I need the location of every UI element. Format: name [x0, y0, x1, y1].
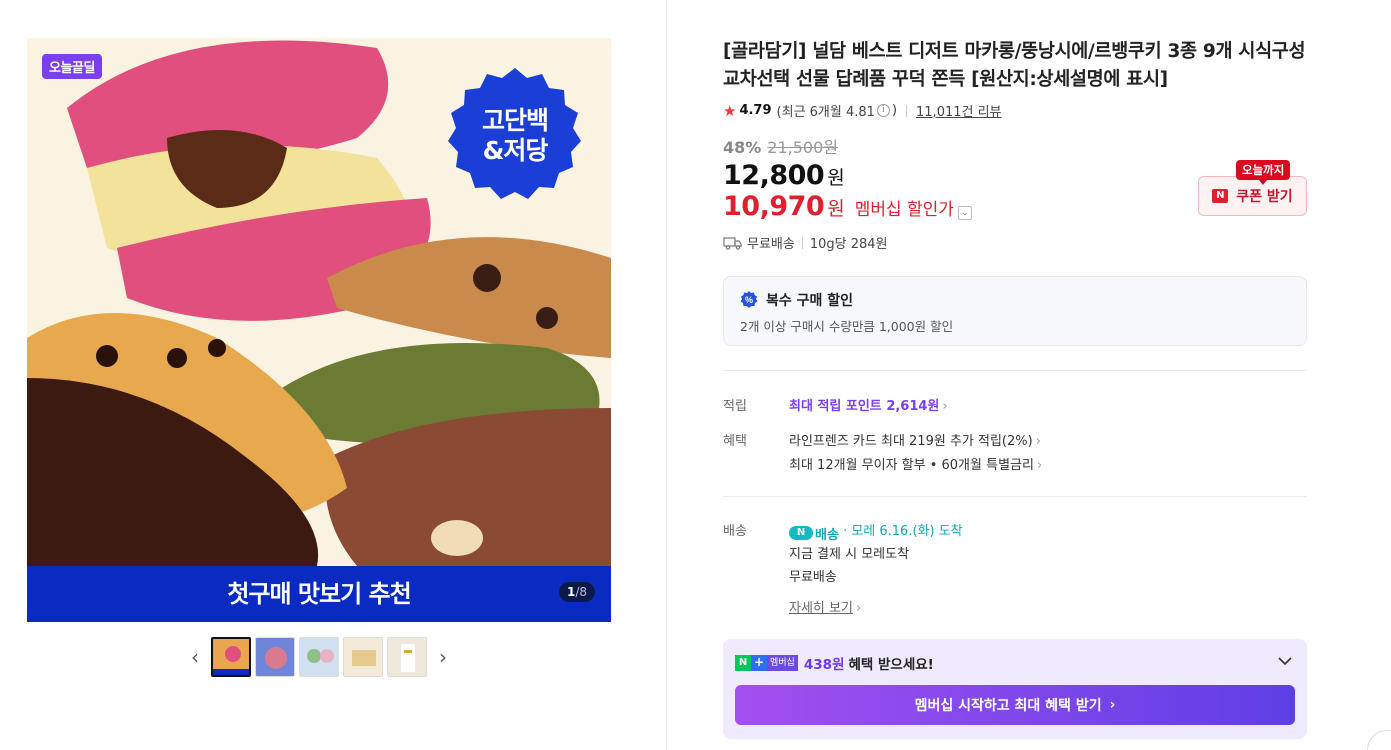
discount-percent: 48% — [723, 138, 762, 157]
delivery-eta: N 배송 · 모레 6.16.(화) 도착 — [789, 520, 963, 543]
chevron-down-icon[interactable] — [1277, 653, 1293, 669]
percent-badge-icon: % — [740, 291, 758, 308]
chevron-right-icon: › — [942, 399, 948, 414]
section-divider — [723, 496, 1307, 497]
divider — [906, 104, 908, 117]
delivery-details-link[interactable]: 자세히 보기 › — [789, 597, 861, 616]
discount-row: 48% 21,500원 — [723, 134, 838, 158]
unit-price: 10g당 284원 — [809, 237, 888, 252]
delivery-line-1: 지금 결제 시 모레도착 — [789, 547, 910, 562]
shipping-row: 무료배송 10g당 284원 — [723, 233, 888, 252]
multi-purchase-discount: % 복수 구매 할인 2개 이상 구매시 수량만큼 1,000원 할인 — [723, 276, 1307, 346]
seal-text: 고단백 &저당 — [481, 106, 549, 165]
divider — [801, 236, 803, 249]
thumbnail[interactable] — [387, 637, 427, 677]
membership-cta-button[interactable]: 멤버십 시작하고 최대 혜택 받기 › — [735, 685, 1295, 725]
thumb-next-icon[interactable]: › — [429, 636, 457, 678]
naver-n-icon: N — [789, 526, 813, 540]
points-label: 적립 — [723, 399, 747, 414]
chevron-right-icon: › — [1036, 458, 1043, 473]
thumbnail[interactable] — [343, 637, 383, 677]
member-price-label: 멤버십 할인가 — [854, 200, 954, 220]
floating-action-button[interactable] — [1367, 730, 1391, 750]
benefit-label: 혜택 — [723, 434, 747, 449]
info-icon[interactable]: i — [876, 104, 890, 117]
shipping-fee: 무료배송 — [747, 237, 795, 252]
product-title: [골라담기] 널담 베스트 디저트 마카롱/뚱낭시에/르뱅쿠키 3종 9개 시식… — [723, 41, 1306, 90]
section-divider — [723, 370, 1307, 371]
member-price-currency: 원 — [827, 198, 845, 220]
chevron-right-icon: › — [1035, 434, 1041, 449]
thumbnail-strip: ‹ › — [181, 636, 457, 678]
member-price: 10,970 — [723, 191, 825, 222]
chevron-down-icon[interactable]: ⌄ — [957, 206, 972, 220]
recent-rating-close: ) — [891, 103, 898, 118]
coupon-deadline-tag: 오늘까지 — [1236, 160, 1291, 185]
multi-discount-title-row: % 복수 구매 할인 — [740, 290, 1290, 310]
delivery-line-2: 무료배송 — [789, 570, 837, 585]
chevron-right-icon: › — [855, 601, 862, 616]
today-deal-badge: 오늘끝딜 — [42, 54, 102, 79]
thumbnail[interactable] — [299, 637, 339, 677]
naver-n-icon: N — [1212, 189, 1229, 203]
thumbnail[interactable] — [255, 637, 295, 677]
image-banner: 첫구매 맛보기 추천 — [27, 566, 611, 622]
membership-promo: N + 멤버십 438원 혜택 받으세요! 멤버십 시작하고 최대 혜택 받기 › — [723, 639, 1307, 739]
naver-plus-membership-badge: N + 멤버십 — [735, 655, 798, 671]
multi-discount-title: 복수 구매 할인 — [766, 293, 854, 309]
product-gallery: 오늘끝딜 고단백 &저당 첫구매 맛보기 추천 1/8 ‹ › — [0, 0, 667, 750]
member-price-row: 10,970 원 멤버십 할인가 ⌄ — [723, 191, 972, 222]
points-link[interactable]: 최대 적립 포인트 2,614원 › — [789, 395, 948, 414]
arrival-date: · 모레 6.16.(화) 도착 — [843, 524, 963, 539]
multi-discount-desc: 2개 이상 구매시 수량만큼 1,000원 할인 — [740, 319, 954, 334]
recent-rating: (최근 6개월 4.81 — [776, 105, 875, 120]
npay-delivery-badge: N 배송 — [789, 524, 839, 543]
membership-summary: N + 멤버십 438원 혜택 받으세요! — [735, 653, 934, 673]
coupon-button[interactable]: N 쿠폰 받기 — [1198, 176, 1307, 216]
original-price: 21,500원 — [767, 138, 839, 157]
membership-amount: 438원 — [803, 657, 845, 673]
thumbnail[interactable] — [211, 637, 251, 677]
review-count-link[interactable]: 11,011건 리뷰 — [916, 101, 1002, 120]
sale-price: 12,800 — [723, 160, 825, 191]
card-benefit-link[interactable]: 라인프렌즈 카드 최대 219원 추가 적립(2%) › — [789, 430, 1041, 449]
membership-suffix: 혜택 받으세요! — [848, 657, 934, 673]
truck-icon — [723, 236, 742, 250]
coupon-label: 쿠폰 받기 — [1236, 189, 1293, 205]
price-currency: 원 — [827, 167, 845, 189]
price-row: 12,800 원 — [723, 160, 845, 191]
chevron-right-icon: › — [1109, 697, 1116, 713]
thumb-prev-icon[interactable]: ‹ — [181, 636, 209, 678]
installment-link[interactable]: 최대 12개월 무이자 할부 • 60개월 특별금리 › — [789, 454, 1042, 473]
star-icon: ★ — [723, 101, 737, 120]
main-product-image[interactable]: 오늘끝딜 고단백 &저당 첫구매 맛보기 추천 1/8 — [27, 38, 611, 622]
delivery-label: 배송 — [723, 524, 747, 539]
rating-value: 4.79 — [739, 103, 772, 118]
image-counter: 1/8 — [558, 582, 595, 602]
svg-text:%: % — [745, 295, 753, 305]
rating-row: ★ 4.79 (최근 6개월 4.81 i ) 11,011건 리뷰 — [723, 101, 1002, 121]
